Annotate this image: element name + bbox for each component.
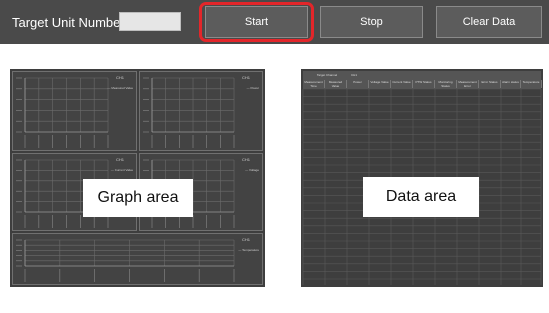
toolbar: Target Unit Number Start Stop Clear Data xyxy=(0,0,549,44)
stop-button[interactable]: Stop xyxy=(320,6,423,38)
data-area-label: Data area xyxy=(363,177,479,217)
data-area: Target Channel CH1 Measurement Time Meas… xyxy=(301,69,543,287)
col-alarm-status: Alarm status xyxy=(501,80,521,88)
graph-1-title: CH1 xyxy=(115,75,124,80)
graph-1-plot xyxy=(16,77,109,148)
graph-1-legend: — Measured Value xyxy=(107,86,133,90)
header-channel: CH1 xyxy=(350,73,357,77)
graph-5-legend: — Temperature xyxy=(238,248,259,252)
col-temperature: Temperature xyxy=(521,80,542,88)
col-voltage-value: Voltage Value xyxy=(369,80,391,88)
col-measurement-time: Measurement Time xyxy=(303,80,325,88)
start-button-highlight xyxy=(199,2,314,42)
graph-2-legend: — Power xyxy=(246,86,259,90)
target-unit-label: Target Unit Number xyxy=(12,15,125,30)
graph-area: CH1 — Measured Value CH1 — Power CH1 — C… xyxy=(10,69,265,287)
graph-5: CH1 — Temperature xyxy=(12,233,263,285)
clear-data-button[interactable]: Clear Data xyxy=(436,6,542,38)
graph-2: CH1 — Power xyxy=(139,71,263,151)
col-measured-value: Measured Value xyxy=(325,80,347,88)
col-error-status: Error Status xyxy=(479,80,501,88)
graph-1: CH1 — Measured Value xyxy=(12,71,137,151)
graph-5-plot xyxy=(16,239,235,282)
graph-area-label: Graph area xyxy=(83,179,193,217)
graph-2-plot xyxy=(143,77,235,148)
col-current-value: Current Value xyxy=(391,80,413,88)
graph-2-title: CH1 xyxy=(241,75,250,80)
graph-3-legend: — Current Value xyxy=(110,168,133,172)
graph-4-legend: — Voltage xyxy=(245,168,259,172)
col-measurement-error: Measurement Error xyxy=(457,80,479,88)
graph-3-title: CH1 xyxy=(115,157,124,162)
col-ptw-status: PTW Status xyxy=(413,80,435,88)
col-power: Power xyxy=(347,80,369,88)
graph-4-title: CH1 xyxy=(241,157,250,162)
graph-5-title: CH1 xyxy=(241,237,250,242)
data-table-header: Target Channel CH1 Measurement Time Meas… xyxy=(303,71,542,89)
col-monitoring-status: Monitoring Status xyxy=(435,80,457,88)
target-unit-input[interactable] xyxy=(119,12,181,31)
